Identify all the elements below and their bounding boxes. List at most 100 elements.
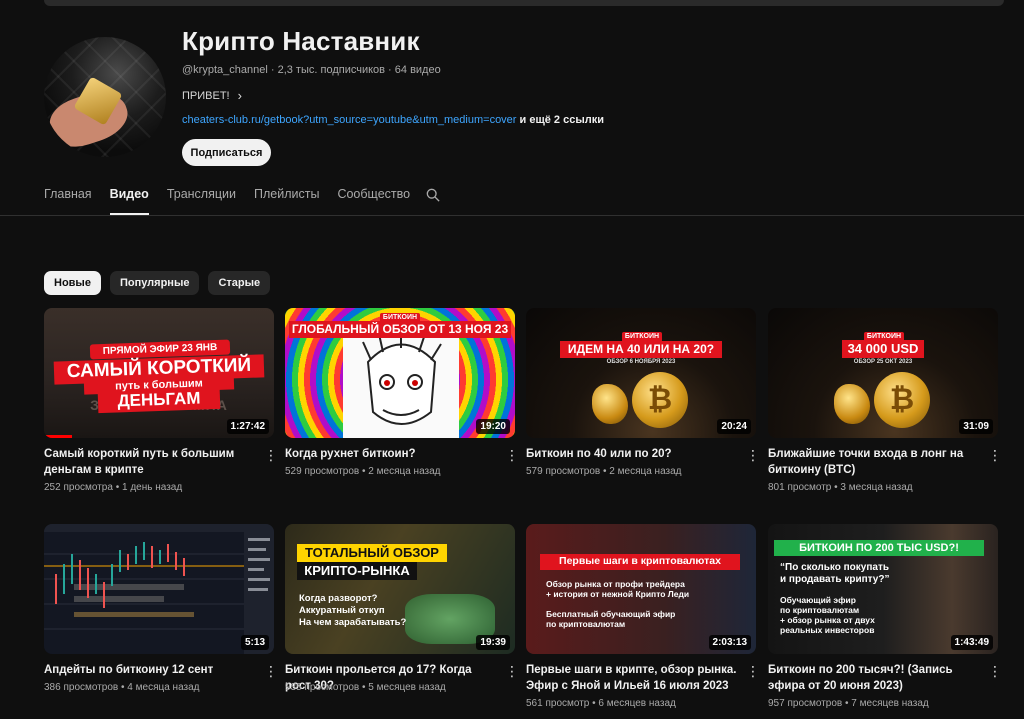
video-thumbnail[interactable]: БИТКОИН ПО 200 ТЫС USD?! “По сколько пок… — [768, 524, 998, 654]
thumb-line: по криптовалютам — [546, 619, 626, 629]
video-title[interactable]: Самый короткий путь к большим деньгам в … — [44, 446, 256, 478]
more-vert-icon[interactable]: ⋮ — [264, 448, 278, 464]
thumb-headline: Первые шаги в криптовалютах — [540, 554, 740, 570]
video-age: 5 месяцев назад — [368, 682, 446, 693]
video-card: ЗАКОНЫ ТРАМПА ПРЯМОЙ ЭФИР 23 ЯНВ САМЫЙ К… — [44, 308, 278, 493]
sort-chips: Новые Популярные Старые — [44, 271, 271, 295]
video-title[interactable]: Апдейты по биткоину 12 сент — [44, 662, 256, 678]
video-age: 2 месяца назад — [368, 466, 441, 477]
more-vert-icon[interactable]: ⋮ — [746, 448, 760, 464]
video-views: 801 просмотр — [768, 482, 832, 493]
video-title[interactable]: Биткоин по 40 или по 20? — [526, 446, 738, 462]
video-duration: 19:20 — [476, 419, 510, 434]
more-vert-icon[interactable]: ⋮ — [505, 448, 519, 464]
chip-newest[interactable]: Новые — [44, 271, 101, 295]
tab-videos[interactable]: Видео — [109, 187, 149, 215]
thumb-headline-2: ДЕНЬГАМ — [97, 387, 221, 413]
thumb-headline: ТОТАЛЬНЫЙ ОБЗОР — [297, 544, 447, 563]
thumb-line: + обзор рынка от двух — [780, 615, 875, 625]
thumb-subline: ОБЗОР 6 НОЯБРЯ 2023 — [606, 359, 676, 365]
more-vert-icon[interactable]: ⋮ — [988, 448, 1002, 464]
thumb-line: Обучающий эфир — [780, 595, 856, 605]
channel-meta: @krypta_channel · 2,3 тыс. подписчиков ·… — [182, 64, 441, 76]
chip-oldest[interactable]: Старые — [208, 271, 271, 295]
video-thumbnail[interactable]: ЗАКОНЫ ТРАМПА ПРЯМОЙ ЭФИР 23 ЯНВ САМЫЙ К… — [44, 308, 274, 438]
video-meta: 252 просмотра • 1 день назад — [44, 482, 183, 493]
video-thumbnail[interactable]: 5:13 — [44, 524, 274, 654]
thumb-headline: ГЛОБАЛЬНЫЙ ОБЗОР ОТ 13 НОЯ 23 — [289, 321, 511, 339]
video-thumbnail[interactable]: Первые шаги в криптовалютах Обзор рынка … — [526, 524, 756, 654]
video-views: 252 просмотра — [44, 482, 113, 493]
video-card: БИТКОИН 34 000 USD ОБЗОР 25 ОКТ 2023 ₿ 3… — [768, 308, 1002, 493]
search-icon[interactable] — [426, 188, 440, 202]
tab-live[interactable]: Трансляции — [167, 187, 236, 215]
video-title[interactable]: Первые шаги в крипте, обзор рынка. Эфир … — [526, 662, 738, 694]
tab-home[interactable]: Главная — [44, 187, 92, 215]
thumb-line: и продавать крипту?” — [780, 574, 890, 585]
video-duration: 5:13 — [240, 635, 269, 650]
video-meta: 529 просмотров • 2 месяца назад — [285, 466, 441, 477]
thumb-line: реальных инвесторов — [780, 625, 875, 635]
tab-community[interactable]: Сообщество — [337, 187, 410, 215]
channel-banner — [44, 0, 1004, 6]
more-vert-icon[interactable]: ⋮ — [505, 664, 519, 680]
description-text: ПРИВЕТ! — [182, 89, 230, 102]
meta-separator: · — [388, 64, 395, 76]
video-title[interactable]: Биткоин по 200 тысяч?! (Запись эфира от … — [768, 662, 980, 694]
channel-link[interactable]: cheaters-club.ru/getbook?utm_source=yout… — [182, 114, 516, 126]
video-thumbnail[interactable]: БИТКОИН 34 000 USD ОБЗОР 25 ОКТ 2023 ₿ 3… — [768, 308, 998, 438]
video-meta: 386 просмотров • 4 месяца назад — [44, 682, 200, 693]
thumb-line: Обзор рынка от профи трейдера — [546, 579, 685, 589]
thumb-headline: ИДЕМ НА 40 ИЛИ НА 20? — [560, 341, 722, 359]
video-duration: 1:27:42 — [226, 419, 269, 434]
thumb-line: “По сколько покупать — [780, 562, 889, 573]
video-card: ТОТАЛЬНЫЙ ОБЗОР КРИПТО-РЫНКА Когда разво… — [285, 524, 519, 693]
more-vert-icon[interactable]: ⋮ — [264, 664, 278, 680]
tabs-divider — [0, 215, 1024, 216]
video-age: 6 месяцев назад — [598, 698, 676, 709]
more-vert-icon[interactable]: ⋮ — [746, 664, 760, 680]
chip-popular[interactable]: Популярные — [109, 271, 200, 295]
video-title[interactable]: Ближайшие точки входа в лонг на биткоину… — [768, 446, 980, 478]
bitcoin-coin-image: ₿ — [874, 372, 930, 428]
video-age: 4 месяца назад — [127, 682, 200, 693]
video-thumbnail[interactable]: БИТКОИН ГЛОБАЛЬНЫЙ ОБЗОР ОТ 13 НОЯ 23 19… — [285, 308, 515, 438]
video-views: 529 просмотров — [285, 466, 360, 477]
video-card: БИТКОИН ИДЕМ НА 40 ИЛИ НА 20? ОБЗОР 6 НО… — [526, 308, 760, 477]
video-age: 7 месяцев назад — [851, 698, 929, 709]
more-vert-icon[interactable]: ⋮ — [988, 664, 1002, 680]
video-count: 64 видео — [394, 64, 441, 76]
video-card: БИТКОИН ГЛОБАЛЬНЫЙ ОБЗОР ОТ 13 НОЯ 23 19… — [285, 308, 519, 477]
thumb-headline: БИТКОИН ПО 200 ТЫС USD?! — [774, 540, 984, 557]
thumb-meme-face — [362, 332, 442, 425]
bitcoin-coin-image: ₿ — [632, 372, 688, 428]
subscribe-button[interactable]: Подписаться — [182, 139, 271, 166]
channel-name: Крипто Наставник — [182, 26, 420, 56]
video-thumbnail[interactable]: ТОТАЛЬНЫЙ ОБЗОР КРИПТО-РЫНКА Когда разво… — [285, 524, 515, 654]
video-thumbnail[interactable]: БИТКОИН ИДЕМ НА 40 ИЛИ НА 20? ОБЗОР 6 НО… — [526, 308, 756, 438]
thumb-line: На чем зарабатывать? — [299, 617, 407, 628]
meta-separator: · — [270, 64, 278, 76]
video-duration: 1:43:49 — [950, 635, 993, 650]
video-meta: 935 просмотров • 5 месяцев назад — [285, 682, 446, 693]
video-duration: 19:39 — [476, 635, 510, 650]
video-age: 2 месяца назад — [609, 466, 682, 477]
chevron-right-icon: › — [237, 88, 242, 103]
channel-avatar[interactable] — [44, 37, 166, 157]
gold-nugget-image — [834, 384, 870, 424]
video-card: 5:13 Апдейты по биткоину 12 сент 386 про… — [44, 524, 278, 693]
more-links[interactable]: и ещё 2 ссылки — [520, 114, 604, 126]
video-meta: 957 просмотров • 7 месяцев назад — [768, 698, 929, 709]
thumb-subline: ОБЗОР 25 ОКТ 2023 — [853, 359, 913, 365]
channel-tabs: Главная Видео Трансляции Плейлисты Сообщ… — [44, 187, 428, 215]
video-meta: 801 просмотр • 3 месяца назад — [768, 482, 913, 493]
video-views: 957 просмотров — [768, 698, 843, 709]
video-views: 386 просмотров — [44, 682, 119, 693]
video-duration: 31:09 — [959, 419, 993, 434]
tab-playlists[interactable]: Плейлисты — [254, 187, 319, 215]
thumb-line: Бесплатный обучающий эфир — [546, 609, 676, 619]
video-title[interactable]: Когда рухнет биткоин? — [285, 446, 497, 462]
video-card: БИТКОИН ПО 200 ТЫС USD?! “По сколько пок… — [768, 524, 1002, 709]
thumb-line: + история от нежной Крипто Леди — [546, 589, 690, 599]
channel-description[interactable]: ПРИВЕТ! › — [182, 88, 242, 103]
